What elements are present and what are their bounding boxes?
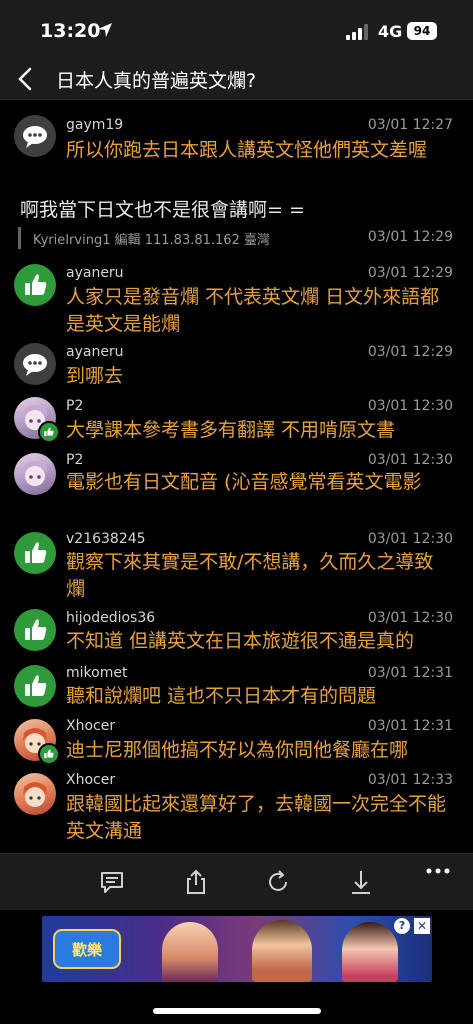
avatar[interactable] xyxy=(14,609,56,651)
comment-username[interactable]: P2 xyxy=(66,398,83,414)
comment-username[interactable]: ayaneru xyxy=(66,265,124,281)
thumbs-up-badge-icon xyxy=(38,421,60,443)
comment-button[interactable] xyxy=(98,868,126,896)
comment-username[interactable]: gaym19 xyxy=(66,117,123,133)
comment-username[interactable]: v21638245 xyxy=(66,531,146,547)
comment-time: 03/01 12:30 xyxy=(367,610,453,626)
comment-text: 到哪去 xyxy=(66,365,124,387)
comment-time: 03/01 12:30 xyxy=(367,531,453,547)
avatar[interactable] xyxy=(14,453,56,495)
share-icon xyxy=(187,869,205,894)
download-button[interactable] xyxy=(347,868,375,896)
nav-header: 日本人真的普遍英文爛? xyxy=(0,58,473,100)
thumbs-up-icon xyxy=(25,675,47,696)
comment-feed[interactable]: gaym19 03/01 12:27 所以你跑去日本跟人講英文怪他們英文差喔 啊… xyxy=(0,101,473,853)
anime-avatar-icon xyxy=(23,461,47,486)
status-bar: 13:20 4G 94 xyxy=(0,0,473,58)
cartoon-avatar-icon xyxy=(23,782,47,807)
op-reply-text: 啊我當下日文也不是很會講啊= = xyxy=(20,199,305,221)
comment-username[interactable]: hijodedios36 xyxy=(66,610,155,626)
comment-username[interactable]: Xhocer xyxy=(66,718,115,734)
speech-bubble-icon xyxy=(23,354,47,376)
comment-text: 跟韓國比起來還算好了，去韓國一次完全不能英文溝通 xyxy=(66,793,447,842)
more-icon xyxy=(426,868,450,874)
comment-time: 03/01 12:29 xyxy=(367,265,453,281)
comment-text: 大學課本參考書多有翻譯 不用啃原文書 xyxy=(66,419,396,441)
refresh-button[interactable] xyxy=(264,868,292,896)
ad-area: 歡樂 ? ✕ xyxy=(0,910,473,1024)
svg-text:歡樂: 歡樂 xyxy=(72,941,103,959)
comment-text: 觀察下來其實是不敢/不想講，久而久之導致爛 xyxy=(66,551,434,600)
avatar[interactable] xyxy=(14,665,56,707)
location-arrow-icon xyxy=(98,23,112,37)
page-title: 日本人真的普遍英文爛? xyxy=(56,70,257,92)
thumbs-up-badge-icon xyxy=(38,743,60,765)
cellular-signal-icon xyxy=(346,24,368,40)
bottom-toolbar xyxy=(0,853,473,910)
comment-time: 03/01 12:30 xyxy=(367,398,453,414)
comment-text: 聽和說爛吧 這也不只日本才有的問題 xyxy=(66,685,377,707)
status-time: 13:20 xyxy=(40,20,101,42)
thumbs-up-icon xyxy=(25,542,47,563)
avatar[interactable] xyxy=(14,115,56,157)
refresh-icon xyxy=(269,870,287,891)
ad-info-icon[interactable]: ? xyxy=(394,918,410,934)
ad-character-image xyxy=(342,922,398,982)
comment-time: 03/01 12:29 xyxy=(367,344,453,360)
avatar[interactable] xyxy=(14,532,56,574)
comment-text: 所以你跑去日本跟人講英文怪他們英文差喔 xyxy=(66,139,428,161)
comment-username[interactable]: mikomet xyxy=(66,665,127,681)
download-icon xyxy=(352,871,370,894)
comment-text: 電影也有日文配音 (沁音感覺常看英文電影 xyxy=(66,471,422,493)
back-chevron-icon[interactable] xyxy=(14,66,36,92)
comment-time: 03/01 12:33 xyxy=(367,772,453,788)
comment-time: 03/01 12:31 xyxy=(367,665,453,681)
comment-icon xyxy=(101,872,123,893)
ad-close-icon[interactable]: ✕ xyxy=(414,918,430,934)
edit-info: KyrieIrving1 編輯 111.83.81.162 臺灣 03/01 1… xyxy=(18,227,455,249)
avatar[interactable] xyxy=(14,264,56,306)
network-type: 4G xyxy=(378,22,403,41)
ad-banner[interactable]: 歡樂 ? ✕ xyxy=(42,916,432,982)
comment-username[interactable]: P2 xyxy=(66,452,83,468)
comment-username[interactable]: Xhocer xyxy=(66,772,115,788)
comment-username[interactable]: ayaneru xyxy=(66,344,124,360)
comment-text: 不知道 但講英文在日本旅遊很不通是真的 xyxy=(66,630,415,652)
comment-text: 迪士尼那個他搞不好以為你問他餐廳在哪 xyxy=(66,739,409,761)
home-indicator[interactable] xyxy=(153,1008,321,1014)
comment-time: 03/01 12:30 xyxy=(367,452,453,468)
comment-text: 人家只是發音爛 不代表英文爛 日文外來語都是英文是能爛 xyxy=(66,286,440,335)
edit-info-time: 03/01 12:29 xyxy=(367,229,453,245)
share-button[interactable] xyxy=(182,868,210,896)
ad-character-image xyxy=(162,922,218,982)
battery-indicator: 94 xyxy=(407,22,437,40)
comment-time: 03/01 12:27 xyxy=(367,117,453,133)
comment-time: 03/01 12:31 xyxy=(367,718,453,734)
thumbs-up-icon xyxy=(25,274,47,295)
speech-bubble-icon xyxy=(23,126,47,148)
avatar[interactable] xyxy=(14,343,56,385)
edit-info-text: KyrieIrving1 編輯 111.83.81.162 臺灣 xyxy=(33,233,270,248)
avatar[interactable] xyxy=(14,773,56,815)
more-button[interactable] xyxy=(424,856,452,876)
game-logo-icon: 歡樂 xyxy=(53,929,121,969)
ad-character-image xyxy=(252,920,312,982)
thumbs-up-icon xyxy=(25,619,47,640)
